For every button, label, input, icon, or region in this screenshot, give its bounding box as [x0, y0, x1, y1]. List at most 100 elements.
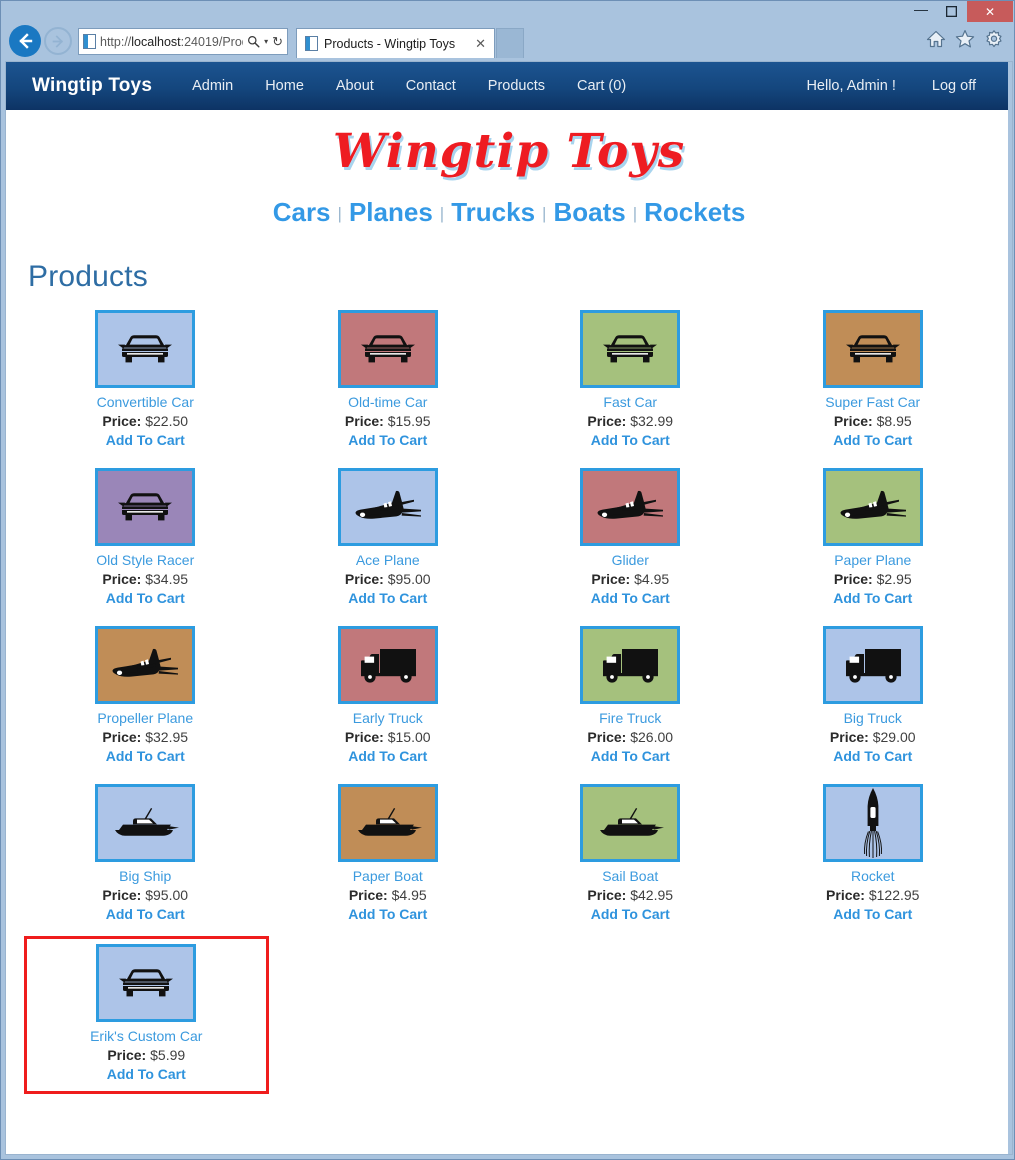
add-to-cart-link[interactable]: Add To Cart	[348, 432, 427, 448]
product-thumbnail[interactable]	[822, 310, 923, 388]
product-thumbnail[interactable]	[337, 310, 438, 388]
back-arrow-icon	[19, 33, 33, 49]
product-name-link[interactable]: Glider	[612, 552, 649, 568]
product-name-link[interactable]: Paper Boat	[353, 868, 423, 884]
add-to-cart-link[interactable]: Add To Cart	[348, 906, 427, 922]
site-brand[interactable]: Wingtip Toys	[32, 75, 152, 97]
maximize-button[interactable]	[936, 1, 966, 22]
add-to-cart-link[interactable]: Add To Cart	[833, 748, 912, 764]
tab-products[interactable]: Products - Wingtip Toys ✕	[296, 28, 495, 58]
product-name-link[interactable]: Early Truck	[353, 710, 423, 726]
product-thumbnail[interactable]	[822, 626, 923, 704]
product-thumbnail[interactable]	[95, 468, 196, 546]
plane-icon	[109, 645, 181, 685]
category-link-planes[interactable]: Planes	[347, 197, 435, 227]
product-thumbnail[interactable]	[580, 468, 681, 546]
product-name-link[interactable]: Sail Boat	[602, 868, 658, 884]
close-window-button[interactable]: ✕	[967, 1, 1013, 22]
page-viewport: Wingtip Toys Admin Home About Contact Pr…	[5, 61, 1013, 1155]
product-thumbnail[interactable]	[337, 784, 438, 862]
plane-icon	[594, 487, 666, 527]
add-to-cart-link[interactable]: Add To Cart	[591, 590, 670, 606]
product-thumbnail[interactable]	[95, 310, 196, 388]
favorites-star-icon[interactable]	[955, 29, 975, 49]
product-thumbnail[interactable]	[822, 468, 923, 546]
price-label: Price:	[348, 887, 388, 903]
product-name-link[interactable]: Propeller Plane	[97, 710, 193, 726]
product-name-link[interactable]: Old Style Racer	[96, 552, 194, 568]
add-to-cart-link[interactable]: Add To Cart	[106, 748, 185, 764]
wingtip-toys-logo: Wingtip Toys	[332, 124, 686, 179]
product-thumbnail[interactable]	[580, 784, 681, 862]
refresh-icon[interactable]: ↻	[272, 34, 283, 50]
tab-document-icon	[305, 36, 318, 51]
maximize-icon	[945, 6, 957, 17]
product-name-link[interactable]: Old-time Car	[348, 394, 427, 410]
product-thumbnail[interactable]	[95, 626, 196, 704]
product-price: Price: $95.00	[345, 571, 431, 587]
product-name-link[interactable]: Ace Plane	[356, 552, 420, 568]
boat-icon	[352, 804, 424, 842]
product-price: Price: $32.95	[102, 729, 188, 745]
nav-link-about[interactable]: About	[320, 78, 390, 94]
logoff-link[interactable]: Log off	[914, 78, 994, 94]
category-link-rockets[interactable]: Rockets	[642, 197, 747, 227]
add-to-cart-link[interactable]: Add To Cart	[833, 906, 912, 922]
product-card: Super Fast Car Price: $8.95 Add To Cart	[752, 304, 995, 458]
new-tab-button[interactable]	[495, 28, 524, 58]
add-to-cart-link[interactable]: Add To Cart	[107, 1066, 186, 1082]
address-bar[interactable]: http://localhost:24019/ProductL ▾ ↻	[78, 28, 288, 55]
product-name-link[interactable]: Big Ship	[119, 868, 171, 884]
add-to-cart-link[interactable]: Add To Cart	[591, 432, 670, 448]
product-thumbnail[interactable]	[337, 468, 438, 546]
add-to-cart-link[interactable]: Add To Cart	[106, 590, 185, 606]
nav-right-group: Hello, Admin ! Log off	[788, 78, 994, 94]
category-link-trucks[interactable]: Trucks	[449, 197, 537, 227]
product-name-link[interactable]: Fire Truck	[599, 710, 661, 726]
product-thumbnail[interactable]	[580, 310, 681, 388]
product-name-link[interactable]: Super Fast Car	[825, 394, 920, 410]
price-label: Price:	[102, 729, 142, 745]
add-to-cart-link[interactable]: Add To Cart	[833, 590, 912, 606]
product-thumbnail[interactable]	[95, 784, 196, 862]
add-to-cart-link[interactable]: Add To Cart	[591, 906, 670, 922]
minimize-button[interactable]: —	[906, 1, 936, 22]
price-value: $8.95	[876, 413, 912, 429]
add-to-cart-link[interactable]: Add To Cart	[348, 590, 427, 606]
search-icon[interactable]	[247, 35, 260, 48]
nav-link-admin[interactable]: Admin	[176, 78, 249, 94]
product-name-link[interactable]: Rocket	[851, 868, 895, 884]
product-name-link[interactable]: Erik's Custom Car	[90, 1028, 202, 1044]
tab-title: Products - Wingtip Toys	[324, 36, 456, 51]
product-thumbnail[interactable]	[580, 626, 681, 704]
forward-button[interactable]	[44, 27, 72, 55]
nav-link-contact[interactable]: Contact	[390, 78, 472, 94]
category-link-boats[interactable]: Boats	[551, 197, 627, 227]
browser-window: — ✕ http://localhost:24019/ProductL	[0, 0, 1015, 1160]
product-name-link[interactable]: Big Truck	[844, 710, 902, 726]
product-name-link[interactable]: Paper Plane	[834, 552, 911, 568]
product-thumbnail[interactable]	[96, 944, 197, 1022]
settings-gear-icon[interactable]	[984, 29, 1004, 49]
add-to-cart-link[interactable]: Add To Cart	[106, 432, 185, 448]
add-to-cart-link[interactable]: Add To Cart	[833, 432, 912, 448]
nav-link-home[interactable]: Home	[249, 78, 320, 94]
add-to-cart-link[interactable]: Add To Cart	[348, 748, 427, 764]
add-to-cart-link[interactable]: Add To Cart	[106, 906, 185, 922]
add-to-cart-link[interactable]: Add To Cart	[591, 748, 670, 764]
home-icon[interactable]	[926, 29, 946, 49]
product-card: Old-time Car Price: $15.95 Add To Cart	[267, 304, 510, 458]
product-name-link[interactable]: Convertible Car	[97, 394, 194, 410]
product-name-link[interactable]: Fast Car	[603, 394, 657, 410]
nav-link-cart[interactable]: Cart (0)	[561, 78, 642, 94]
chevron-down-icon[interactable]: ▾	[264, 37, 268, 46]
category-link-cars[interactable]: Cars	[271, 197, 333, 227]
back-button[interactable]	[9, 25, 41, 57]
tab-close-icon[interactable]: ✕	[461, 36, 486, 52]
boat-icon	[594, 804, 666, 842]
nav-link-products[interactable]: Products	[472, 78, 561, 94]
price-label: Price:	[102, 413, 142, 429]
product-card: Propeller Plane Price: $32.95 Add To Cart	[24, 620, 267, 774]
product-thumbnail[interactable]	[822, 784, 923, 862]
product-thumbnail[interactable]	[337, 626, 438, 704]
